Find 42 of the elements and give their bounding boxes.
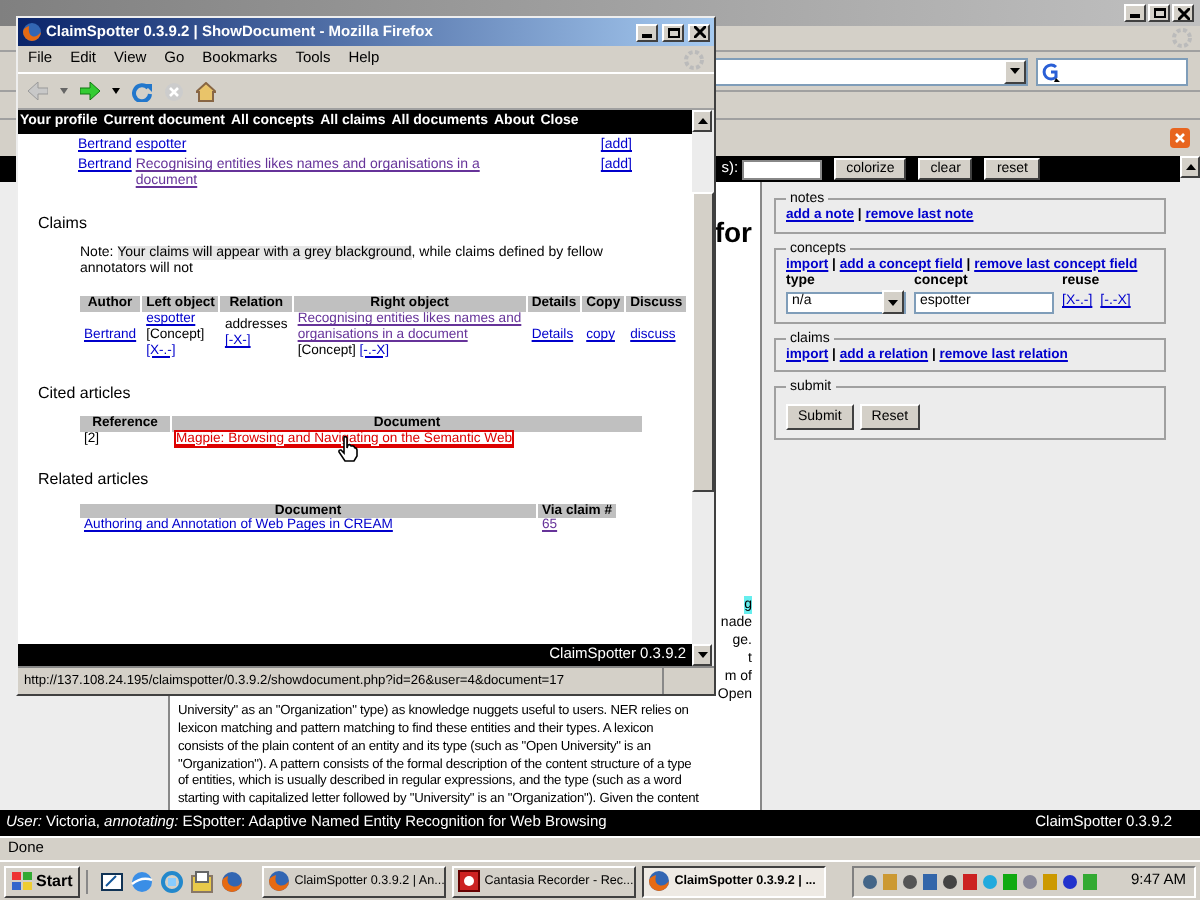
address-field[interactable] <box>712 57 1028 85</box>
firefox-icon <box>648 870 671 892</box>
firefox-icon <box>22 22 42 42</box>
close-button[interactable] <box>688 23 710 41</box>
scrollbar[interactable] <box>692 110 714 666</box>
maximize-icon <box>1153 8 1165 18</box>
close-icon <box>693 26 705 38</box>
start-button[interactable]: Start <box>4 865 81 897</box>
minimize-icon <box>1130 8 1140 18</box>
reload-icon[interactable] <box>132 81 152 101</box>
scrollbar-thumb[interactable] <box>692 192 714 492</box>
text-field[interactable] <box>742 159 823 179</box>
scroll-up-icon <box>697 118 707 124</box>
maximize-icon <box>667 27 679 37</box>
scroll-up-icon <box>1185 164 1195 170</box>
maximize-button[interactable] <box>1148 4 1170 22</box>
dropdown-arrow-icon <box>888 299 898 306</box>
forward-arrow-icon[interactable] <box>80 82 100 100</box>
windows-logo-icon <box>12 872 32 890</box>
close-button[interactable] <box>1172 4 1194 22</box>
firefox-icon <box>268 870 291 892</box>
section-heading: Related articles <box>38 470 151 490</box>
close-icon <box>1177 7 1189 19</box>
scrollbar[interactable] <box>1180 156 1200 810</box>
section-heading: Claims <box>38 214 89 233</box>
search-engine-icon <box>1042 61 1060 81</box>
firefox-icon[interactable] <box>220 869 245 893</box>
minimize-button[interactable] <box>636 23 658 41</box>
folder-icon[interactable] <box>190 869 215 893</box>
close-tab-icon[interactable] <box>1170 128 1190 148</box>
recorder-icon <box>458 870 481 892</box>
scroll-down-icon <box>697 652 707 658</box>
throbber-icon <box>1172 28 1192 48</box>
heading-text: for <box>714 216 752 249</box>
minimize-button[interactable] <box>1124 4 1146 22</box>
dropdown-arrow-icon[interactable] <box>112 88 120 94</box>
search-field[interactable] <box>1036 57 1188 85</box>
section-heading: Cited articles <box>38 383 133 402</box>
maximize-button[interactable] <box>662 23 684 41</box>
home-icon[interactable] <box>196 81 216 101</box>
throbber-icon <box>684 49 704 69</box>
dropdown-arrow-icon[interactable] <box>1010 68 1020 74</box>
